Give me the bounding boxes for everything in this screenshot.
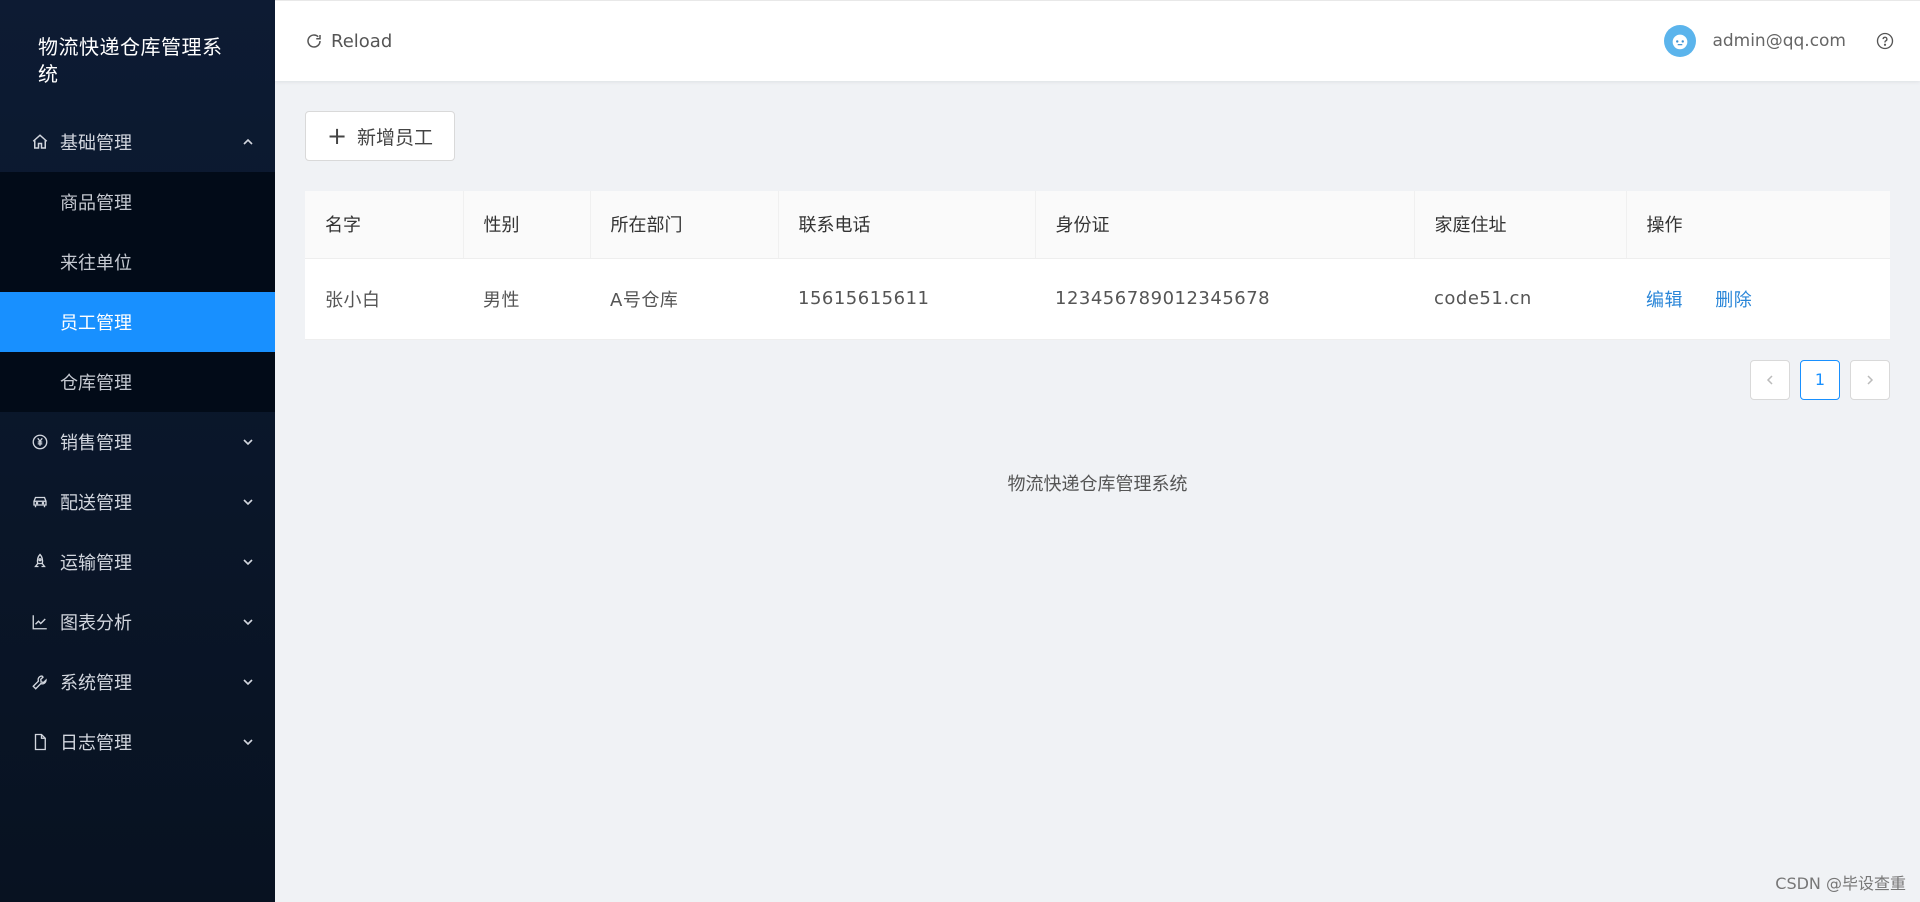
chevron-down-icon — [241, 435, 255, 449]
menu-item-delivery[interactable]: 配送管理 — [0, 472, 275, 532]
table-header-row: 名字 性别 所在部门 联系电话 身份证 家庭住址 操作 — [305, 191, 1890, 259]
cell-id-card: 123456789012345678 — [1035, 258, 1414, 340]
chevron-down-icon — [241, 675, 255, 689]
menu-item-label: 基础管理 — [60, 133, 132, 154]
submenu-item-warehouses[interactable]: 仓库管理 — [0, 352, 275, 412]
help-icon[interactable] — [1876, 32, 1894, 50]
chevron-right-icon — [1867, 374, 1874, 385]
avatar[interactable] — [1664, 25, 1697, 57]
column-header-name[interactable]: 名字 — [305, 191, 464, 259]
menu-item-label: 日志管理 — [60, 733, 132, 754]
chevron-down-icon — [241, 615, 255, 629]
chevron-down-icon — [241, 555, 255, 569]
table-row: 张小白 男性 A号仓库 15615615611 1234567890123456… — [305, 258, 1890, 340]
watermark: CSDN @毕设查重 — [1775, 874, 1906, 893]
next-page-button[interactable] — [1850, 359, 1890, 400]
menu-item-system[interactable]: 系统管理 — [0, 652, 275, 712]
chevron-down-icon — [241, 495, 255, 509]
user-email[interactable]: admin@qq.com — [1712, 31, 1846, 51]
menu-item-label: 配送管理 — [60, 493, 132, 514]
submenu-item-employees[interactable]: 员工管理 — [0, 292, 275, 352]
submenu-basic: 商品管理 来往单位 员工管理 仓库管理 — [0, 172, 275, 412]
cell-department: A号仓库 — [590, 258, 778, 340]
menu-item-label: 系统管理 — [60, 673, 132, 694]
column-header-phone[interactable]: 联系电话 — [778, 191, 1036, 259]
column-header-address[interactable]: 家庭住址 — [1414, 191, 1627, 259]
prev-page-button[interactable] — [1750, 359, 1790, 400]
add-employee-button[interactable]: + 新增员工 — [305, 111, 455, 161]
menu-item-basic[interactable]: 基础管理 — [0, 112, 275, 172]
add-employee-label: 新增员工 — [357, 126, 434, 149]
car-icon — [30, 492, 50, 512]
reload-button[interactable]: Reload — [305, 31, 392, 52]
menu-item-label: 图表分析 — [60, 613, 132, 634]
submenu-item-partners[interactable]: 来往单位 — [0, 232, 275, 292]
cell-name: 张小白 — [305, 258, 463, 340]
line-chart-icon — [30, 612, 50, 632]
employee-table: 名字 性别 所在部门 联系电话 身份证 家庭住址 操作 张小白 男性 A号仓库 … — [305, 191, 1890, 340]
cell-actions: 编辑 删除 — [1626, 258, 1890, 340]
column-header-id-card[interactable]: 身份证 — [1035, 191, 1415, 259]
app-logo-title: 物流快递仓库管理系统 — [38, 35, 223, 86]
home-icon — [30, 132, 50, 152]
menu-item-charts[interactable]: 图表分析 — [0, 592, 275, 652]
top-header: Reload admin@qq.com — [275, 0, 1920, 81]
delete-link[interactable]: 删除 — [1715, 290, 1752, 311]
cell-phone: 15615615611 — [778, 258, 1035, 340]
menu-item-transport[interactable]: 运输管理 — [0, 532, 275, 592]
sidebar: 物流快递仓库管理系统 基础管理 商品管理 来往单位 员工管理 仓库管理 销售管理… — [0, 0, 275, 902]
yen-icon — [30, 432, 50, 452]
plus-icon: + — [326, 122, 348, 150]
header-user-area: admin@qq.com — [1664, 25, 1894, 57]
edit-link[interactable]: 编辑 — [1646, 290, 1683, 311]
cell-address: code51.cn — [1414, 258, 1626, 340]
menu-item-logs[interactable]: 日志管理 — [0, 712, 275, 772]
menu-item-label: 销售管理 — [60, 433, 132, 454]
rocket-icon — [30, 552, 50, 572]
submenu-item-goods[interactable]: 商品管理 — [0, 172, 275, 232]
pagination: 1 — [305, 359, 1890, 400]
column-header-actions[interactable]: 操作 — [1626, 191, 1890, 259]
page-number-button[interactable]: 1 — [1800, 359, 1840, 400]
cell-gender: 男性 — [463, 258, 590, 340]
main-content: + 新增员工 名字 性别 所在部门 联系电话 身份证 家庭住址 操作 张小白 男… — [305, 111, 1890, 400]
reload-label: Reload — [331, 30, 393, 52]
chevron-down-icon — [241, 735, 255, 749]
menu-item-label: 运输管理 — [60, 553, 132, 574]
column-header-gender[interactable]: 性别 — [463, 191, 591, 259]
page-footer: 物流快递仓库管理系统 — [1007, 474, 1188, 495]
wrench-icon — [30, 672, 50, 692]
menu-item-sales[interactable]: 销售管理 — [0, 412, 275, 472]
chevron-left-icon — [1766, 374, 1773, 385]
column-header-department[interactable]: 所在部门 — [590, 191, 779, 259]
reload-icon — [305, 32, 331, 50]
file-icon — [30, 732, 50, 752]
chevron-up-icon — [241, 135, 255, 149]
